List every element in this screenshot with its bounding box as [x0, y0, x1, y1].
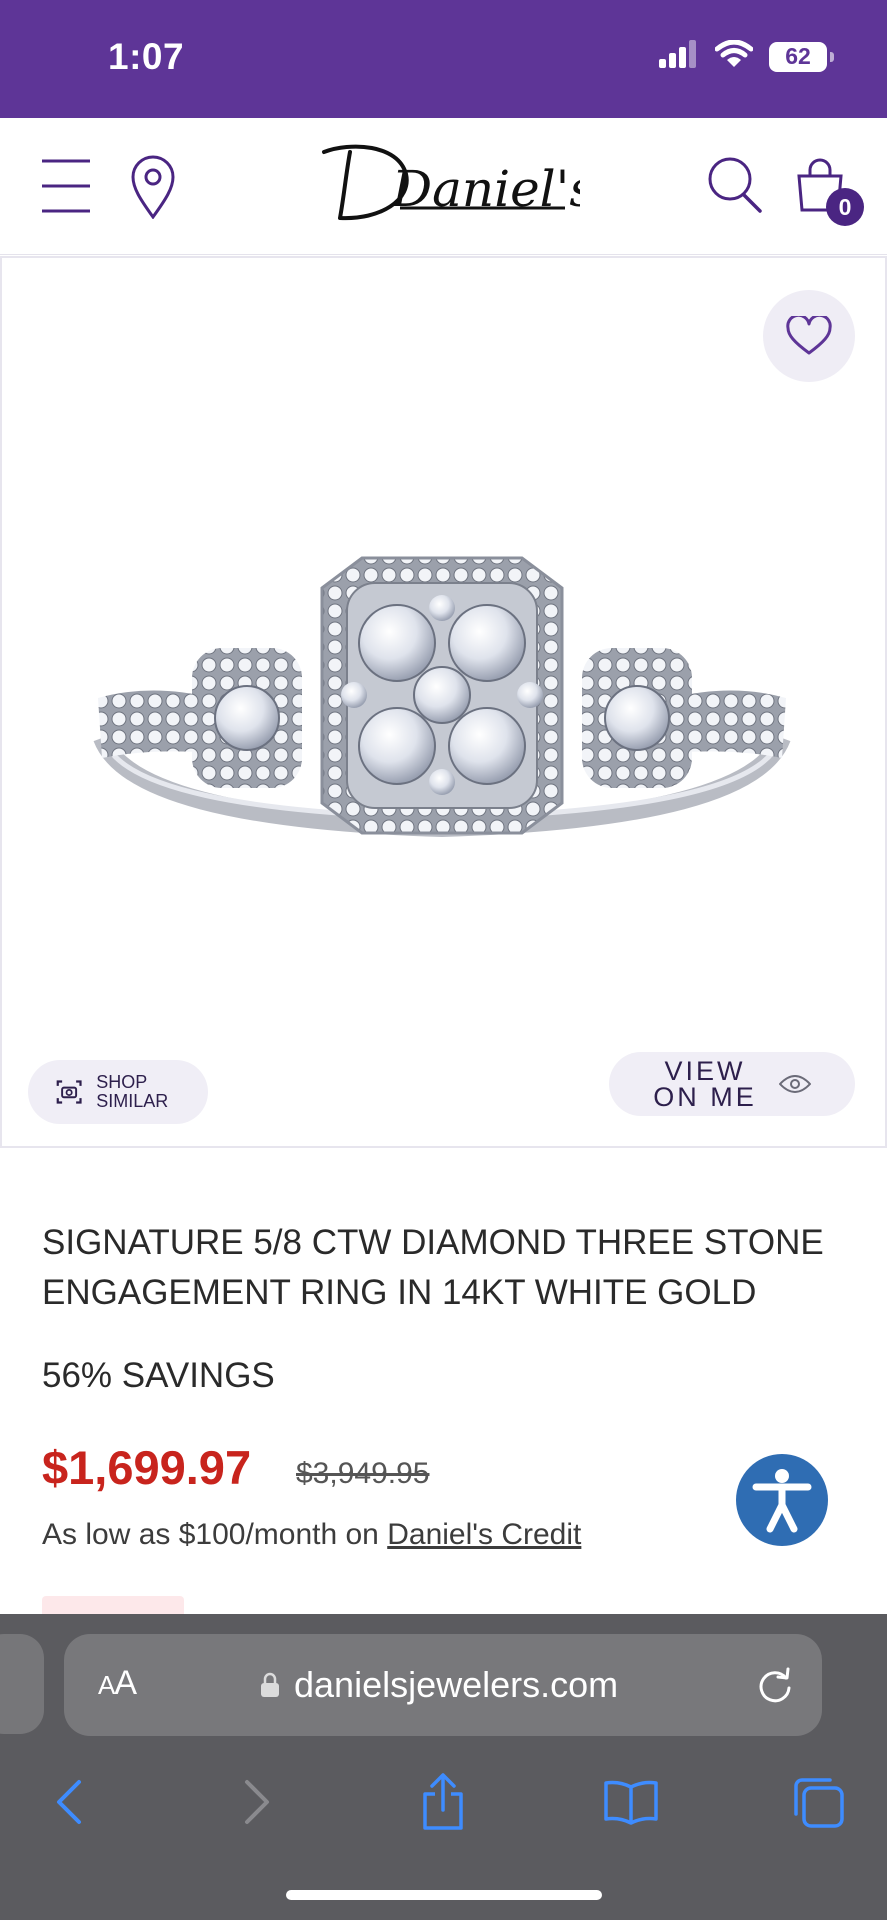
eye-icon — [778, 1075, 811, 1093]
ring-product-image — [93, 556, 791, 838]
accessibility-button[interactable] — [736, 1454, 828, 1546]
aa-small-label: A — [98, 1670, 115, 1700]
product-image-panel[interactable]: SHOP SIMILAR VIEW ON ME — [0, 256, 887, 1148]
shopping-bag-icon[interactable]: 0 — [794, 156, 864, 226]
accessibility-icon — [752, 1469, 812, 1533]
view-on-me-label: VIEW ON ME — [653, 1056, 757, 1112]
wishlist-button[interactable] — [763, 290, 855, 382]
status-bar: 1:07 62 — [0, 0, 887, 118]
view-on-me-line2: ON ME — [653, 1082, 757, 1112]
battery-icon: 62 — [769, 41, 834, 72]
logo-text: Daniel's — [391, 160, 580, 218]
savings-label: 56% SAVINGS — [42, 1356, 275, 1395]
previous-tab-preview[interactable] — [0, 1634, 44, 1734]
address-bar[interactable]: AA danielsjewelers.com — [64, 1634, 822, 1736]
status-icons: 62 — [659, 39, 834, 73]
shop-similar-label: SHOP SIMILAR — [96, 1072, 169, 1111]
view-on-me-button[interactable]: VIEW ON ME — [609, 1052, 855, 1116]
promo-tag — [42, 1596, 184, 1616]
share-icon[interactable] — [403, 1762, 483, 1842]
back-icon[interactable] — [28, 1762, 108, 1842]
product-title: SIGNATURE 5/8 CTW DIAMOND THREE STONE EN… — [42, 1223, 824, 1312]
site-header: Daniel's 0 — [0, 118, 887, 255]
reader-settings-button[interactable]: AA — [98, 1664, 137, 1703]
daniels-logo[interactable]: Daniel's — [310, 138, 595, 230]
location-pin-icon[interactable] — [128, 152, 178, 222]
financing-text: As low as $100/month on Daniel's Credit — [42, 1518, 581, 1552]
browser-chrome: AA danielsjewelers.com — [0, 1614, 887, 1920]
sale-price: $1,699.97 — [42, 1441, 252, 1494]
heart-icon — [786, 316, 832, 355]
home-indicator — [286, 1890, 602, 1900]
browser-toolbar — [0, 1762, 887, 1852]
cart-count-badge: 0 — [826, 188, 864, 226]
financing-prefix: As low as $100/month on — [42, 1518, 388, 1551]
wifi-icon — [714, 39, 754, 73]
url-display[interactable]: danielsjewelers.com — [260, 1664, 618, 1706]
view-on-me-line1: VIEW — [664, 1056, 746, 1086]
camera-icon — [56, 1080, 82, 1104]
status-time: 1:07 — [108, 36, 185, 77]
tabs-icon[interactable] — [778, 1762, 858, 1842]
shop-similar-button[interactable]: SHOP SIMILAR — [28, 1060, 208, 1124]
aa-large-label: A — [114, 1664, 137, 1702]
menu-icon[interactable] — [38, 154, 94, 218]
url-text: danielsjewelers.com — [294, 1664, 619, 1705]
lock-icon — [261, 1672, 279, 1697]
search-icon[interactable] — [706, 154, 764, 216]
daniels-credit-link[interactable]: Daniel's Credit — [387, 1518, 581, 1551]
bookmarks-icon[interactable] — [591, 1762, 671, 1842]
signal-icon — [659, 40, 699, 73]
forward-icon[interactable] — [218, 1762, 298, 1842]
original-price: $3,949.95 — [296, 1457, 430, 1490]
reload-icon[interactable] — [756, 1666, 794, 1709]
